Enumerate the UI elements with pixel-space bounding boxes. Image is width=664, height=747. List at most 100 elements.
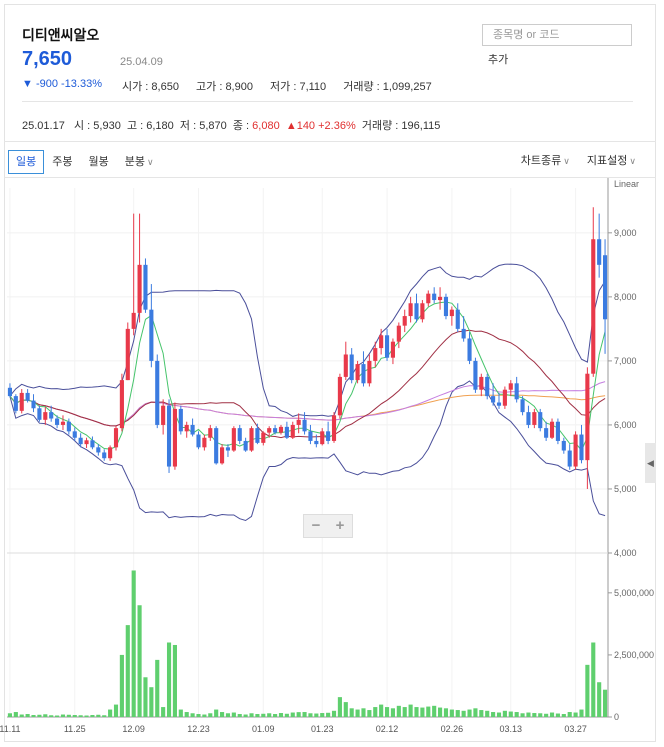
volume-bar (567, 712, 572, 717)
price-date: 25.04.09 (120, 56, 163, 68)
date-tick-label: 11.25 (64, 724, 86, 734)
volume-tick-label: 5,000,000 (614, 588, 654, 598)
candle-body (514, 383, 519, 400)
chart-menu: 차트종류 ∨ 지표설정 ∨ (507, 152, 636, 168)
chevron-down-icon: ∨ (563, 156, 570, 166)
candle-body (573, 434, 578, 467)
candle-body (491, 396, 496, 403)
candle-body (267, 428, 272, 433)
volume-bar (538, 713, 543, 717)
tab-monthly[interactable]: 월봉 (81, 150, 117, 174)
add-button[interactable]: 추가 (488, 51, 508, 67)
candle-body (544, 428, 549, 438)
volume-bar (225, 713, 231, 717)
candle-body (90, 440, 95, 448)
volume-bar (455, 710, 460, 717)
tab-daily[interactable]: 일봉 (8, 150, 45, 174)
candlestick-chart[interactable]: 4,000 5,000 6,000 7,000 8,000 9,000 Linear 11.1… (0, 178, 664, 747)
volume-bar (508, 711, 513, 717)
volume-bar (331, 710, 337, 717)
candle-body (78, 437, 83, 445)
volume-bar (491, 712, 496, 717)
date-tick-label: 02.26 (441, 724, 464, 734)
volume-bar (585, 664, 590, 717)
volume-bar (379, 704, 384, 717)
volume-bar (19, 714, 24, 717)
candle-body (37, 408, 42, 420)
candle-body (396, 325, 401, 342)
volume-bar (549, 712, 555, 717)
volume-bar (337, 697, 342, 717)
candle-body (273, 428, 278, 433)
candle-body (326, 431, 331, 441)
side-panel-toggle-icon[interactable]: ◀ (645, 443, 656, 483)
candle-body (290, 424, 295, 438)
volume-bar (60, 714, 66, 717)
volume-bar (172, 644, 177, 717)
candle-body (31, 400, 36, 409)
candle-body (420, 303, 425, 320)
header-divider (22, 101, 633, 102)
candle-body (155, 360, 160, 425)
volume-bar (119, 654, 124, 717)
candle-body (302, 419, 307, 432)
volume-bar (526, 712, 531, 717)
stock-search-input[interactable] (482, 24, 632, 46)
candle-body (426, 293, 431, 304)
candle-body (190, 424, 195, 435)
volume-bar (166, 642, 172, 717)
volume-tick-label: 0 (614, 712, 619, 722)
volume-bar (72, 715, 77, 717)
volume-bar (78, 715, 83, 717)
volume-bar (25, 714, 30, 717)
candle-body (131, 312, 136, 329)
candle-body (196, 434, 201, 448)
candle-body (119, 380, 124, 429)
candle-body (49, 412, 54, 419)
candle-body (496, 402, 502, 406)
candle-body (208, 428, 213, 438)
candle-body (172, 408, 177, 467)
candle-body (7, 387, 13, 397)
volume-bar (296, 712, 301, 717)
candle-body (561, 440, 566, 451)
candle-body (443, 296, 449, 317)
price-tick-label: 4,000 (614, 548, 637, 558)
volume-bar (31, 715, 36, 717)
volume-stat: 거래량 : 1,099,257 (343, 81, 432, 93)
chart-type-dropdown[interactable]: 차트종류 ∨ (521, 155, 570, 167)
volume-bar (591, 642, 596, 717)
candle-body (502, 389, 507, 406)
stock-name: 디티앤씨알오 (22, 27, 100, 43)
date-tick-label: 01.09 (252, 724, 275, 734)
tab-minute[interactable]: 분봉 ∨ (117, 150, 162, 174)
candle-body (125, 328, 130, 381)
zoom-control: − + (303, 514, 353, 538)
price-tick-label: 6,000 (614, 420, 637, 430)
candle-body (337, 376, 342, 416)
volume-bar (255, 714, 260, 717)
candle-body (567, 450, 572, 467)
zoom-in-button[interactable]: + (328, 515, 352, 537)
tab-weekly[interactable]: 주봉 (44, 150, 80, 174)
volume-bar (502, 710, 507, 717)
volume-bar (184, 712, 189, 717)
volume-bar (402, 707, 407, 717)
date-tick-label: 02.12 (376, 724, 399, 734)
chevron-down-icon: ∨ (629, 156, 636, 166)
volume-bar (414, 707, 419, 717)
current-price: 7,650 (22, 48, 73, 70)
volume-bar (602, 689, 608, 717)
zoom-out-button[interactable]: − (304, 515, 328, 537)
volume-bar (208, 713, 213, 717)
volume-bar (243, 714, 248, 717)
volume-bar (220, 712, 225, 717)
volume-bar (496, 712, 502, 717)
indicator-settings-dropdown[interactable]: 지표설정 ∨ (587, 155, 636, 167)
candle-body (220, 447, 225, 464)
candle-body (13, 396, 18, 411)
date-tick-label: 12.23 (187, 724, 210, 734)
volume-bar (461, 710, 466, 717)
volume-bar (432, 705, 437, 717)
volume-bar (573, 712, 578, 717)
